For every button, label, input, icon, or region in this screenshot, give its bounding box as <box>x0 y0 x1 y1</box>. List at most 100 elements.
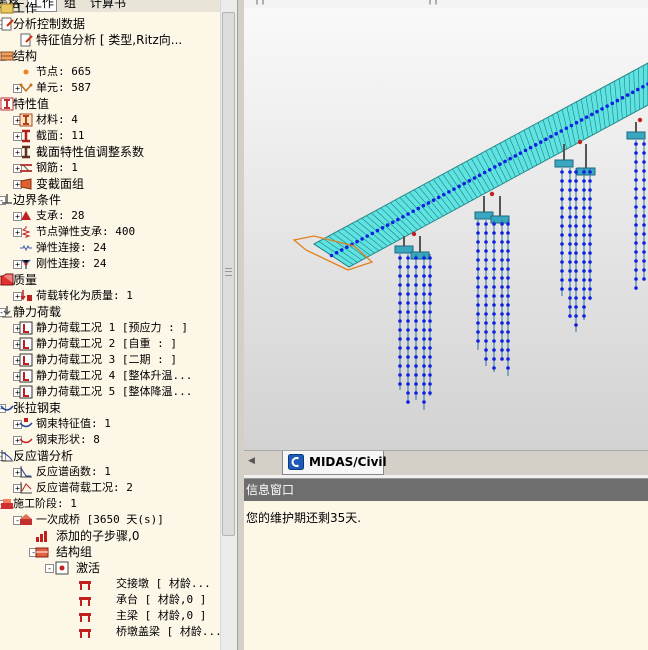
pile-node <box>414 256 418 260</box>
tree-row[interactable]: + 荷载转化为质量: 1 <box>0 288 220 304</box>
tree-row[interactable]: - 结构组 <box>0 544 220 560</box>
tree-row[interactable]: + 单元: 587 <box>0 80 220 96</box>
deck-node <box>513 154 518 158</box>
deck-node <box>334 250 339 255</box>
pile-node <box>574 305 578 309</box>
tree-item-label: 激活 <box>76 561 101 575</box>
pile-node <box>560 215 564 219</box>
tree-row[interactable]: -结构 <box>0 48 220 64</box>
deck-node <box>472 176 477 180</box>
pile-node <box>492 240 496 244</box>
document-tab-strip: ◀ MIDAS/Civil <box>244 450 648 475</box>
tree-row[interactable]: + 钢束形状: 8 <box>0 432 220 448</box>
tree-item-label: 质量 <box>13 273 38 287</box>
tree-row[interactable]: + 节点弹性支承: 400 <box>0 224 220 240</box>
deck-node <box>641 84 645 89</box>
view-toolbar-glyph: ┬┬ <box>254 0 266 5</box>
tree-row[interactable]: + 静力荷载工况 4 [整体升温... <box>0 368 220 384</box>
pile-node <box>642 277 646 281</box>
pile-node <box>642 205 646 209</box>
pile-node <box>398 337 402 341</box>
tree-row[interactable]: + 刚性连接: 24 <box>0 256 220 272</box>
pile-node <box>476 267 480 271</box>
tree-row[interactable]: 添加的子步骤,0 <box>0 528 220 544</box>
tree-row[interactable]: + 截面: 11 <box>0 128 220 144</box>
tree-row[interactable]: 桥墩盖梁 [ 材龄... <box>0 624 222 640</box>
tree-row[interactable]: -静力荷载 <box>0 304 220 320</box>
tree-row[interactable]: + 钢筋: 1 <box>0 160 220 176</box>
collapse-toggle-icon[interactable]: - <box>45 564 54 573</box>
tree-row[interactable]: -边界条件 <box>0 192 220 208</box>
tree-row[interactable]: + 支承: 28 <box>0 208 220 224</box>
tree-row[interactable]: + 材料: 4 <box>0 112 220 128</box>
tree-item-label: 添加的子步骤,0 <box>56 529 140 543</box>
tree-item-label: 工作 <box>13 1 38 15</box>
tree-item-label: 荷载转化为质量: 1 <box>36 289 133 302</box>
tree-row[interactable]: + 截面特性值调整系数 <box>0 144 220 160</box>
pile-node <box>582 179 586 183</box>
pile-node <box>398 319 402 323</box>
support-icon <box>19 209 33 223</box>
pile-node <box>476 249 480 253</box>
tree-item-label: 分析控制数据 <box>13 17 86 31</box>
tab-scroll-left-icon[interactable]: ◀ <box>248 456 270 470</box>
pile-node <box>500 303 504 307</box>
pile-node <box>568 260 572 264</box>
deck-node <box>401 214 405 219</box>
pile-node <box>428 337 432 341</box>
tree-row[interactable]: 主梁 [ 材龄,0 ] <box>0 608 220 624</box>
tree-row[interactable]: + 变截面组 <box>0 176 220 192</box>
tree-row[interactable]: - 激活 <box>0 560 220 576</box>
deck-node <box>390 220 395 225</box>
pile-node <box>414 391 418 395</box>
deck-node <box>538 140 543 144</box>
pile-node <box>414 310 418 314</box>
pile-node <box>428 364 432 368</box>
pile-node <box>634 151 638 155</box>
prop-icon <box>0 97 14 111</box>
tree-row[interactable]: + 反应谱函数: 1 <box>0 464 220 480</box>
pile-node <box>406 373 410 377</box>
pile-node <box>560 188 564 192</box>
tree-row[interactable]: -施工阶段: 1 <box>0 496 220 512</box>
tree-row[interactable]: + 反应谱荷载工况: 2 <box>0 480 220 496</box>
pile-node <box>414 382 418 386</box>
doc-tab-midas-civil[interactable]: MIDAS/Civil <box>282 451 387 475</box>
tree-item-label: 特征值分析 [ 类型,Ritz向... <box>36 33 183 47</box>
tree-row[interactable]: + 静力荷载工况 2 [自重 : ] <box>0 336 220 352</box>
tree-row[interactable]: -反应谱分析 <box>0 448 220 464</box>
pile-node <box>476 330 480 334</box>
pile-node <box>406 292 410 296</box>
tree-row[interactable]: 交接墩 [ 材龄... <box>0 576 220 592</box>
spring-icon <box>19 225 33 239</box>
pile-node <box>406 391 410 395</box>
model-view-3d[interactable] <box>244 0 648 450</box>
tree-row[interactable]: - 一次成桥 [3650 天(s)] <box>0 512 220 528</box>
pile-node <box>574 206 578 210</box>
tree-row[interactable]: + 静力荷载工况 3 [二期 : ] <box>0 352 220 368</box>
pile-node <box>642 268 646 272</box>
pile-node <box>506 249 510 253</box>
pile-node <box>568 215 572 219</box>
pile-node <box>634 241 638 245</box>
tree-row[interactable]: 节点: 665 <box>0 64 220 80</box>
pile-node <box>476 321 480 325</box>
tree-row[interactable]: -分析控制数据 <box>0 16 220 32</box>
tree-row[interactable]: + 静力荷载工况 5 [整体降温... <box>0 384 220 400</box>
deck-node <box>518 151 523 155</box>
pile-node <box>500 267 504 271</box>
cs-icon <box>0 497 14 511</box>
tree-row[interactable]: + 钢束特征值: 1 <box>0 416 220 432</box>
tree-row[interactable]: -特性值 <box>0 96 220 112</box>
tree-row[interactable]: 弹性连接: 24 <box>0 240 220 256</box>
tree-row[interactable]: 工作 <box>0 0 220 16</box>
tree-row[interactable]: 承台 [ 材龄,0 ] <box>0 592 220 608</box>
tree-row[interactable]: -张拉钢束 <box>0 400 220 416</box>
tree-row[interactable]: 特征值分析 [ 类型,Ritz向... <box>0 32 220 48</box>
tree-row[interactable]: -质量 <box>0 272 220 288</box>
pile-node <box>634 196 638 200</box>
deck-node <box>595 109 599 114</box>
pile-node <box>414 319 418 323</box>
pile-node <box>500 294 504 298</box>
tree-row[interactable]: + 静力荷载工况 1 [预应力 : ] <box>0 320 220 336</box>
